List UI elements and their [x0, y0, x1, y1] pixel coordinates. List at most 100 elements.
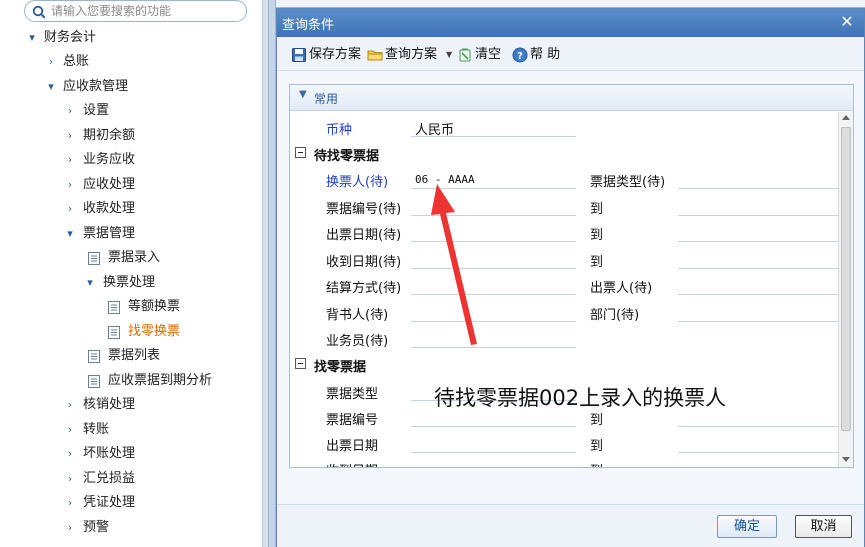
- search-icon: [32, 5, 46, 19]
- chevron-right-icon: ›: [67, 521, 73, 534]
- tree-item-bill-management[interactable]: ▾ 票据管理: [0, 222, 260, 246]
- tree-item-opening-balance[interactable]: › 期初余额: [0, 124, 260, 148]
- tree-item-bad-debt[interactable]: › 坏账处理: [0, 442, 260, 466]
- salesman-pending-field[interactable]: [411, 347, 576, 348]
- help-button[interactable]: ? 帮 助: [512, 45, 564, 65]
- tree-item-general-ledger[interactable]: › 总账: [0, 50, 260, 74]
- navigation-panel: ▾ 财务会计 › 总账 ▾ 应收款管理 › 设置 › 期初余额 › 业务应收 ›…: [0, 0, 268, 547]
- tree-item-business-receivable[interactable]: › 业务应收: [0, 148, 260, 172]
- tree-item-label: 票据列表: [108, 348, 161, 363]
- collapse-icon[interactable]: [295, 358, 306, 369]
- issue-date-from-field[interactable]: [411, 452, 576, 453]
- chevron-right-icon: ›: [67, 398, 73, 411]
- chevron-down-icon: ▾: [67, 227, 73, 240]
- section-pending-title: 待找零票据: [314, 149, 380, 164]
- chevron-right-icon: ›: [67, 104, 73, 117]
- tree-item-label: 应收票据到期分析: [108, 373, 213, 388]
- issue-date-pending-to-field[interactable]: [678, 241, 838, 242]
- tree-item-collection-processing[interactable]: › 收款处理: [0, 197, 260, 221]
- bill-type-pending-label: 票据类型(待): [590, 175, 666, 190]
- bill-no-to-field[interactable]: [678, 426, 838, 427]
- splitter[interactable]: [268, 0, 276, 547]
- dept-pending-label: 部门(待): [590, 308, 640, 323]
- currency-field[interactable]: [411, 136, 576, 137]
- clear-button[interactable]: 清空: [457, 45, 503, 65]
- tree-item-label: 财务会计: [44, 30, 97, 45]
- tree-item-label: 预警: [83, 520, 110, 535]
- ok-button[interactable]: 确定: [717, 515, 777, 538]
- bill-type-pending-field[interactable]: [678, 188, 838, 189]
- scroll-down-icon[interactable]: [842, 457, 850, 462]
- tree-item-label: 核销处理: [83, 397, 136, 412]
- query-scheme-button[interactable]: 查询方案 ▼: [367, 45, 453, 65]
- tree-item-finance-accounting[interactable]: ▾ 财务会计: [0, 26, 260, 50]
- bill-no-from-field[interactable]: [411, 426, 576, 427]
- search-input[interactable]: [51, 2, 241, 20]
- tree-item-alert[interactable]: › 预警: [0, 516, 260, 540]
- tree-item-bill-exchange[interactable]: ▾ 换票处理: [0, 271, 260, 295]
- save-scheme-label: 保存方案: [309, 47, 362, 62]
- receive-date-pending-to-field[interactable]: [678, 268, 838, 269]
- tree-item-change-exchange[interactable]: 找零换票: [0, 320, 260, 344]
- tree-item-bill-list[interactable]: 票据列表: [0, 344, 260, 368]
- tree-item-label: 找零换票: [128, 324, 181, 339]
- tree-item-label: 总账: [63, 54, 90, 69]
- tree-item-label: 收款处理: [83, 201, 136, 216]
- folder-icon: [367, 50, 383, 61]
- collapse-icon[interactable]: [295, 147, 306, 158]
- to-label: 到: [590, 255, 604, 270]
- tree-item-voucher[interactable]: › 凭证处理: [0, 491, 260, 515]
- tree-item-equal-exchange[interactable]: 等额换票: [0, 295, 260, 319]
- tree-item-verification[interactable]: › 核销处理: [0, 393, 260, 417]
- bill-no-pending-to-field[interactable]: [678, 215, 838, 216]
- chevron-right-icon: ›: [67, 472, 73, 485]
- tree-item-label: 业务应收: [83, 152, 136, 167]
- save-scheme-button[interactable]: 保存方案: [291, 45, 363, 65]
- endorser-pending-label: 背书人(待): [326, 308, 389, 323]
- issue-date-label: 出票日期: [326, 439, 379, 454]
- receive-date-pending-label: 收到日期(待): [326, 255, 402, 270]
- currency-label: 币种: [326, 123, 353, 138]
- chevron-right-icon: ›: [67, 423, 73, 436]
- scroll-thumb[interactable]: [841, 127, 851, 431]
- tree-item-receivables[interactable]: ▾ 应收款管理: [0, 75, 260, 99]
- to-label: 到: [590, 460, 603, 467]
- tree-item-label: 凭证处理: [83, 495, 136, 510]
- query-form: 币种 人民币 待找零票据 换票人(待) 06 - AAAA 票据类型(待) 票据…: [290, 112, 838, 467]
- panel-title: 常用: [314, 92, 339, 106]
- clear-label: 清空: [475, 47, 502, 62]
- issue-date-to-field[interactable]: [678, 452, 838, 453]
- document-icon: [88, 350, 100, 363]
- dialog-title: 查询条件: [282, 18, 335, 33]
- tree-item-receivable-processing[interactable]: › 应收处理: [0, 173, 260, 197]
- chevron-right-icon: ›: [67, 129, 73, 142]
- tree-item-bill-due-analysis[interactable]: 应收票据到期分析: [0, 369, 260, 393]
- tree-item-bill-entry[interactable]: 票据录入: [0, 246, 260, 270]
- annotation-arrow-icon: [431, 184, 477, 345]
- search-box[interactable]: [24, 0, 247, 22]
- form-scrollbar[interactable]: [838, 112, 853, 467]
- tree-item-label: 设置: [83, 103, 110, 118]
- save-icon: [292, 48, 306, 62]
- drawer-pending-field[interactable]: [678, 294, 838, 295]
- dropdown-caret-icon: ▼: [446, 50, 453, 59]
- to-label: 到: [590, 439, 604, 454]
- tree-item-settings[interactable]: › 设置: [0, 99, 260, 123]
- tree-item-label: 应收款管理: [63, 79, 129, 94]
- scroll-up-icon[interactable]: [842, 115, 850, 120]
- tree-item-transfer[interactable]: › 转账: [0, 418, 260, 442]
- chevron-down-icon: ▾: [87, 276, 93, 289]
- cancel-button[interactable]: 取消: [795, 515, 852, 538]
- query-scheme-label: 查询方案: [385, 47, 438, 62]
- dept-pending-field[interactable]: [678, 321, 838, 322]
- dialog-title-bar[interactable]: 查询条件 ✕: [277, 9, 864, 37]
- document-icon: [88, 252, 100, 265]
- eraser-icon: [459, 48, 471, 62]
- receive-date-label: 收到日期: [326, 460, 378, 467]
- help-icon: ?: [512, 47, 528, 63]
- panel-header[interactable]: ▼ 常用: [290, 85, 853, 111]
- bill-no-pending-label: 票据编号(待): [326, 202, 402, 217]
- tree-item-exchange-gain-loss[interactable]: › 汇兑损益: [0, 467, 260, 491]
- tree-item-label: 坏账处理: [83, 446, 136, 461]
- close-icon[interactable]: ✕: [838, 12, 856, 32]
